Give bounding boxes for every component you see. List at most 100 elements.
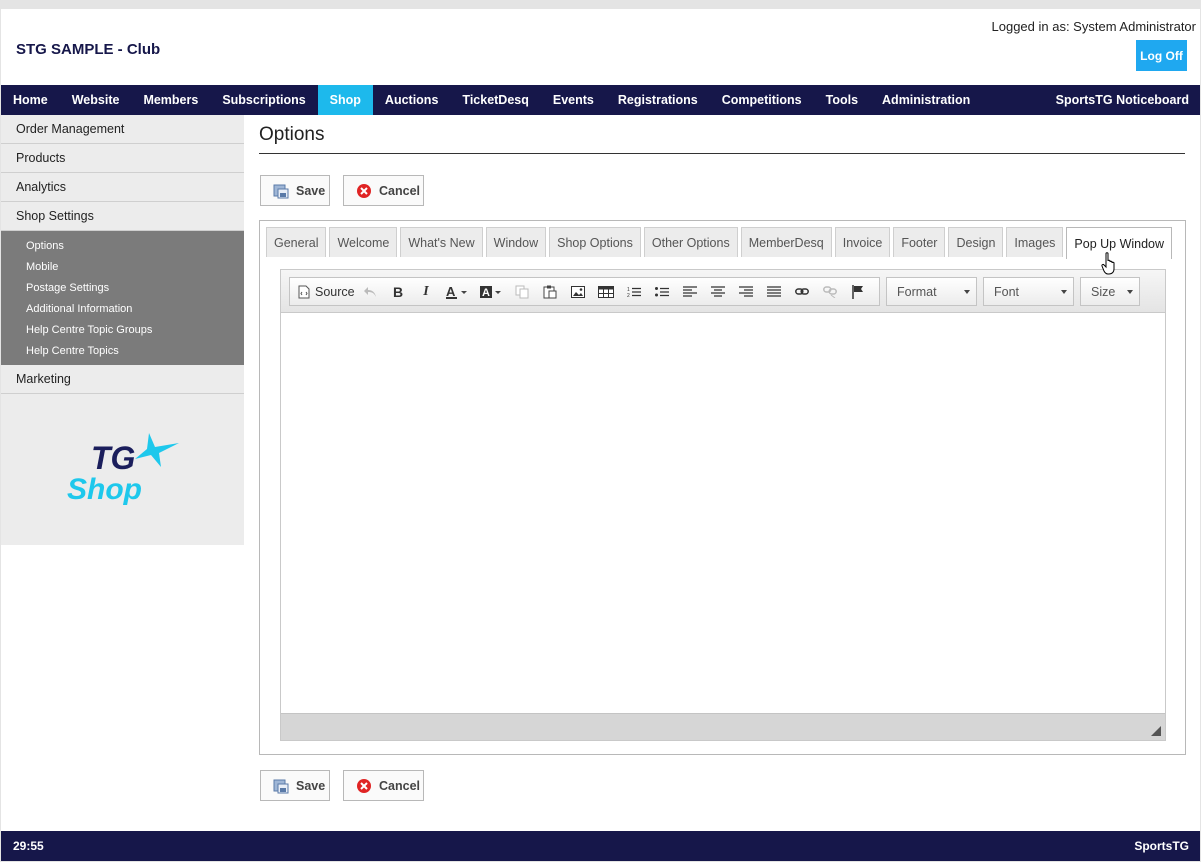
format-dropdown[interactable]: Format — [886, 277, 977, 306]
chevron-down-icon — [964, 290, 970, 294]
tab-whats-new[interactable]: What's New — [400, 227, 483, 257]
nav-item-registrations[interactable]: Registrations — [606, 85, 710, 115]
nav-item-noticeboard[interactable]: SportsTG Noticeboard — [1044, 85, 1200, 115]
source-icon — [298, 285, 310, 298]
font-dropdown[interactable]: Font — [983, 277, 1074, 306]
svg-text:2: 2 — [627, 293, 630, 298]
align-right-icon[interactable] — [732, 278, 760, 305]
table-icon[interactable] — [592, 278, 620, 305]
nav-item-administration[interactable]: Administration — [870, 85, 982, 115]
tab-shop-options[interactable]: Shop Options — [549, 227, 641, 257]
tab-window[interactable]: Window — [485, 227, 547, 257]
svg-text:A: A — [446, 285, 456, 299]
sidebar-submenu: Options Mobile Postage Settings Addition… — [1, 231, 244, 365]
unlink-icon[interactable] — [816, 278, 844, 305]
main-nav: Home Website Members Subscriptions Shop … — [1, 85, 1200, 115]
sidebar-subitem-help-centre-topics[interactable]: Help Centre Topics — [1, 340, 244, 361]
chevron-down-icon — [1127, 290, 1133, 294]
nav-item-shop[interactable]: Shop — [317, 85, 373, 115]
resize-handle-icon[interactable] — [1151, 726, 1161, 736]
toolbar-button-group: Source B I A A 12 — [289, 277, 880, 306]
tab-images[interactable]: Images — [1006, 227, 1064, 257]
tab-general[interactable]: General — [266, 227, 327, 257]
tab-design[interactable]: Design — [948, 227, 1004, 257]
tg-shop-logo: TG Shop — [67, 433, 179, 505]
sidebar-item-order-management[interactable]: Order Management — [1, 115, 244, 144]
svg-text:Shop: Shop — [67, 473, 142, 505]
paste-icon[interactable] — [536, 278, 564, 305]
save-button-bottom[interactable]: Save — [260, 770, 330, 801]
hand-cursor-icon — [1101, 252, 1115, 275]
size-dropdown[interactable]: Size — [1080, 277, 1140, 306]
cancel-label: Cancel — [379, 778, 420, 793]
nav-item-subscriptions[interactable]: Subscriptions — [210, 85, 317, 115]
page-title: Options — [259, 124, 325, 145]
bold-icon[interactable]: B — [384, 278, 412, 305]
tab-memberdesq[interactable]: MemberDesq — [740, 227, 832, 257]
options-tab-panel: General Welcome What's New Window Shop O… — [259, 220, 1186, 755]
source-label: Source — [315, 284, 355, 299]
sidebar-subitem-options[interactable]: Options — [1, 235, 244, 256]
bulleted-list-icon[interactable] — [648, 278, 676, 305]
sidebar-subitem-mobile[interactable]: Mobile — [1, 256, 244, 277]
session-timer: 29:55 — [13, 839, 44, 853]
tab-invoice[interactable]: Invoice — [834, 227, 891, 257]
logged-in-text: Logged in as: System Administrator — [991, 19, 1197, 34]
tab-other-options[interactable]: Other Options — [643, 227, 738, 257]
cancel-button-top[interactable]: Cancel — [343, 175, 424, 206]
cancel-icon — [356, 778, 372, 794]
size-label: Size — [1091, 284, 1116, 299]
save-label: Save — [296, 778, 326, 793]
options-tabs: General Welcome What's New Window Shop O… — [266, 227, 1173, 259]
align-left-icon[interactable] — [676, 278, 704, 305]
cancel-icon — [356, 183, 372, 199]
undo-icon[interactable] — [356, 278, 384, 305]
format-label: Format — [897, 284, 937, 299]
text-color-icon[interactable]: A — [440, 278, 474, 305]
logoff-button[interactable]: Log Off — [1136, 40, 1187, 71]
nav-item-ticketdesq[interactable]: TicketDesq — [450, 85, 540, 115]
save-label: Save — [296, 183, 326, 198]
sidebar-item-analytics[interactable]: Analytics — [1, 173, 244, 202]
rich-text-editor: Source B I A A 12 Format Font Size — [280, 269, 1166, 741]
link-icon[interactable] — [788, 278, 816, 305]
tab-welcome[interactable]: Welcome — [329, 227, 398, 257]
nav-item-competitions[interactable]: Competitions — [710, 85, 814, 115]
sidebar-subitem-postage-settings[interactable]: Postage Settings — [1, 277, 244, 298]
sidebar-item-products[interactable]: Products — [1, 144, 244, 173]
editor-status-bar — [281, 713, 1165, 740]
footer: 29:55 SportsTG — [1, 831, 1200, 861]
save-button-top[interactable]: Save — [260, 175, 330, 206]
cancel-label: Cancel — [379, 183, 420, 198]
anchor-flag-icon[interactable] — [844, 278, 872, 305]
nav-item-auctions[interactable]: Auctions — [373, 85, 450, 115]
title-divider — [259, 153, 1185, 154]
sidebar-subitem-additional-information[interactable]: Additional Information — [1, 298, 244, 319]
tab-pop-up-window[interactable]: Pop Up Window — [1066, 227, 1173, 259]
justify-icon[interactable] — [760, 278, 788, 305]
nav-item-members[interactable]: Members — [131, 85, 210, 115]
cancel-button-bottom[interactable]: Cancel — [343, 770, 424, 801]
sidebar-item-shop-settings[interactable]: Shop Settings — [1, 202, 244, 231]
background-color-icon[interactable]: A — [474, 278, 508, 305]
nav-item-tools[interactable]: Tools — [814, 85, 870, 115]
tab-footer[interactable]: Footer — [893, 227, 946, 257]
nav-item-website[interactable]: Website — [60, 85, 132, 115]
nav-item-events[interactable]: Events — [541, 85, 606, 115]
save-icon — [273, 183, 289, 199]
source-button[interactable]: Source — [290, 278, 356, 305]
nav-item-home[interactable]: Home — [1, 85, 60, 115]
editor-toolbar: Source B I A A 12 Format Font Size — [281, 270, 1165, 313]
site-title: STG SAMPLE - Club — [16, 41, 161, 58]
italic-icon[interactable]: I — [412, 278, 440, 305]
copy-icon[interactable] — [508, 278, 536, 305]
svg-text:A: A — [482, 287, 490, 299]
header: STG SAMPLE - Club Logged in as: System A… — [1, 9, 1200, 85]
align-center-icon[interactable] — [704, 278, 732, 305]
sidebar-subitem-help-centre-topic-groups[interactable]: Help Centre Topic Groups — [1, 319, 244, 340]
sidebar-item-marketing[interactable]: Marketing — [1, 365, 244, 394]
save-icon — [273, 778, 289, 794]
editor-content-area[interactable] — [281, 313, 1165, 713]
image-icon[interactable] — [564, 278, 592, 305]
numbered-list-icon[interactable]: 12 — [620, 278, 648, 305]
